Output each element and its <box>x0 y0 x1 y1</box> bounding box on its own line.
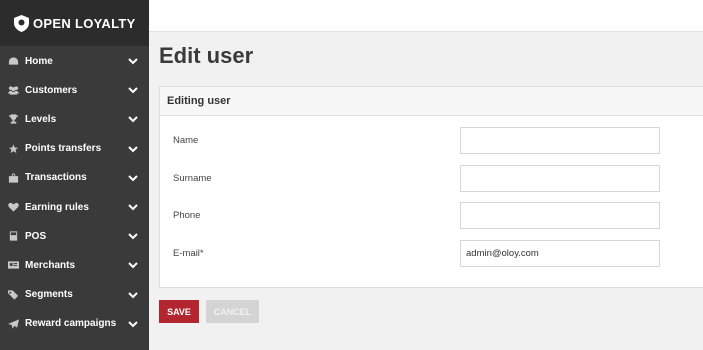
name-input[interactable] <box>460 127 660 154</box>
phone-label: Phone <box>173 210 201 221</box>
chevron-down-icon <box>128 320 138 328</box>
trophy-icon <box>7 114 20 125</box>
form-row-phone: Phone <box>160 202 703 229</box>
panel-header: Editing user <box>160 87 703 116</box>
chevron-down-icon <box>128 86 138 94</box>
email-label: E-mail* <box>173 248 204 259</box>
chevron-down-icon <box>128 174 138 182</box>
dashboard-icon <box>7 56 20 67</box>
save-button[interactable]: SAVE <box>159 300 199 323</box>
shield-logo-icon <box>14 14 29 32</box>
sidebar-item-levels[interactable]: Levels <box>0 105 149 134</box>
sidebar-item-earning-rules[interactable]: Earning rules <box>0 192 149 221</box>
sidebar-item-pos[interactable]: POS <box>0 222 149 251</box>
edit-user-panel: Editing user Name Surname Phone E-mail* <box>159 86 703 288</box>
chevron-down-icon <box>128 261 138 269</box>
chevron-down-icon <box>128 291 138 299</box>
sidebar-item-points-transfers[interactable]: Points transfers <box>0 134 149 163</box>
sidebar-item-reward-campaigns[interactable]: Reward campaigns <box>0 309 149 338</box>
surname-label: Surname <box>173 173 212 184</box>
chevron-down-icon <box>128 115 138 123</box>
shopping-bag-icon <box>7 172 20 183</box>
app-name: OPEN LOYALTY <box>33 15 136 31</box>
pos-icon <box>7 231 20 242</box>
sidebar-item-merchants[interactable]: Merchants <box>0 251 149 280</box>
cancel-button[interactable]: CANCEL <box>206 300 259 323</box>
sidebar-item-customers[interactable]: Customers <box>0 76 149 105</box>
form-row-email: E-mail* <box>160 240 703 267</box>
page-title: Edit user <box>159 43 254 68</box>
tags-icon <box>7 289 20 300</box>
chevron-down-icon <box>128 145 138 153</box>
chevron-down-icon <box>128 203 138 211</box>
sidebar-nav: Home Customers Levels Points transfers T… <box>0 47 149 339</box>
form-row-name: Name <box>160 127 703 154</box>
top-bar <box>149 0 703 32</box>
form-row-surname: Surname <box>160 165 703 192</box>
sidebar: OPEN LOYALTY Home Customers Levels Point… <box>0 0 149 350</box>
chevron-down-icon <box>128 57 138 65</box>
paper-plane-icon <box>7 318 20 329</box>
users-icon <box>7 85 20 96</box>
logo[interactable]: OPEN LOYALTY <box>0 0 149 46</box>
sidebar-item-home[interactable]: Home <box>0 47 149 76</box>
surname-input[interactable] <box>460 165 660 192</box>
name-label: Name <box>173 135 199 146</box>
star-icon <box>7 143 20 154</box>
id-card-icon <box>7 260 20 271</box>
sidebar-item-transactions[interactable]: Transactions <box>0 163 149 192</box>
chevron-down-icon <box>128 232 138 240</box>
heart-icon <box>7 202 20 213</box>
email-input[interactable] <box>460 240 660 267</box>
phone-input[interactable] <box>460 202 660 229</box>
sidebar-item-segments[interactable]: Segments <box>0 280 149 309</box>
